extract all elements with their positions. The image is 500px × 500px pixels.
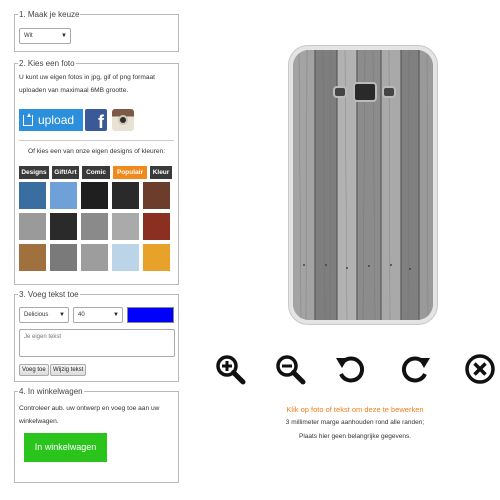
margin-hint: 3 millimeter marge aanhouden rond alle r… — [285, 419, 425, 426]
divider — [19, 140, 174, 141]
rotate-left-icon[interactable] — [334, 352, 368, 386]
step1-legend: 1. Maak je keuze — [18, 9, 81, 20]
design-thumbnail[interactable] — [50, 213, 77, 240]
add-to-cart-button[interactable]: In winkelwagen — [24, 433, 107, 462]
add-text-button[interactable]: Voeg toe — [19, 364, 49, 376]
chevron-down-icon: ▼ — [113, 312, 119, 318]
upload-button[interactable]: upload — [19, 109, 83, 131]
design-thumbnail[interactable] — [143, 244, 170, 271]
design-thumbnail[interactable] — [19, 244, 46, 271]
text-color-swatch[interactable] — [127, 307, 174, 323]
tab-populair[interactable]: Populair — [113, 166, 147, 179]
design-thumbnail[interactable] — [112, 182, 139, 209]
font-select-value: Delicious — [24, 312, 49, 318]
step4-panel: 4. In winkelwagen Controleer aub. uw ont… — [14, 386, 179, 483]
sensor-cutout — [382, 86, 396, 98]
font-select[interactable]: Delicious ▼ — [19, 307, 69, 323]
step2-legend: 2. Kies een foto — [18, 58, 76, 69]
design-thumbnail[interactable] — [50, 182, 77, 209]
cart-info-text: Controleer aub. uw ontwerp en voeg toe a… — [19, 405, 160, 425]
font-size-value: 40 — [78, 312, 85, 318]
design-thumbnail[interactable] — [81, 213, 108, 240]
design-thumbnail[interactable] — [112, 213, 139, 240]
color-select-value: Wit — [24, 33, 33, 39]
upload-info-text: U kunt uw eigen fotos in jpg, gif of png… — [19, 74, 155, 94]
tab-giftart[interactable]: Gift/Art — [52, 166, 79, 179]
tab-designs[interactable]: Designs — [19, 166, 49, 179]
designs-intro-text: Of kies een van onze eigen designs of kl… — [27, 148, 166, 155]
design-thumbnail[interactable] — [50, 244, 77, 271]
font-size-select[interactable]: 40 ▼ — [73, 307, 123, 323]
zoom-out-icon[interactable] — [273, 352, 307, 386]
design-thumbnail[interactable] — [143, 182, 170, 209]
color-select[interactable]: Wit ▼ — [19, 28, 71, 44]
edit-text-button[interactable]: Wijzig tekst — [50, 364, 87, 376]
tab-kleur[interactable]: Kleur — [150, 166, 172, 179]
step2-panel: 2. Kies een foto U kunt uw eigen fotos i… — [14, 58, 179, 285]
design-thumbnail[interactable] — [81, 244, 108, 271]
design-thumbnail[interactable] — [143, 213, 170, 240]
step3-panel: 3. Voeg tekst toe Delicious ▼ 40 ▼ Je ei… — [14, 289, 179, 382]
camera-lens — [353, 82, 377, 102]
design-thumbnail[interactable] — [19, 182, 46, 209]
phone-case-preview[interactable] — [288, 45, 438, 325]
chevron-down-icon: ▼ — [61, 33, 67, 39]
flash-cutout — [333, 86, 347, 98]
text-input[interactable]: Je eigen tekst — [19, 329, 175, 357]
text-input-placeholder: Je eigen tekst — [24, 334, 62, 340]
zoom-in-icon[interactable] — [213, 352, 247, 386]
delete-icon[interactable] — [463, 352, 497, 386]
rotate-right-icon[interactable] — [398, 352, 432, 386]
data-hint: Plaats hier geen belangrijke gegevens. — [298, 433, 412, 440]
design-thumbnail[interactable] — [112, 244, 139, 271]
chevron-down-icon: ▼ — [59, 312, 65, 318]
facebook-icon[interactable]: f — [85, 109, 107, 132]
design-thumbnail[interactable] — [81, 182, 108, 209]
step3-legend: 3. Voeg tekst toe — [18, 289, 80, 300]
design-thumbnail[interactable] — [19, 213, 46, 240]
edit-hint: Klik op foto of tekst om deze te bewerke… — [286, 405, 424, 414]
upload-button-label: upload — [38, 113, 75, 127]
tab-comic[interactable]: Comic — [82, 166, 110, 179]
instagram-icon[interactable] — [112, 109, 134, 131]
upload-icon — [23, 112, 33, 126]
step1-panel: 1. Maak je keuze Wit ▼ — [14, 9, 179, 52]
step4-legend: 4. In winkelwagen — [18, 386, 84, 397]
